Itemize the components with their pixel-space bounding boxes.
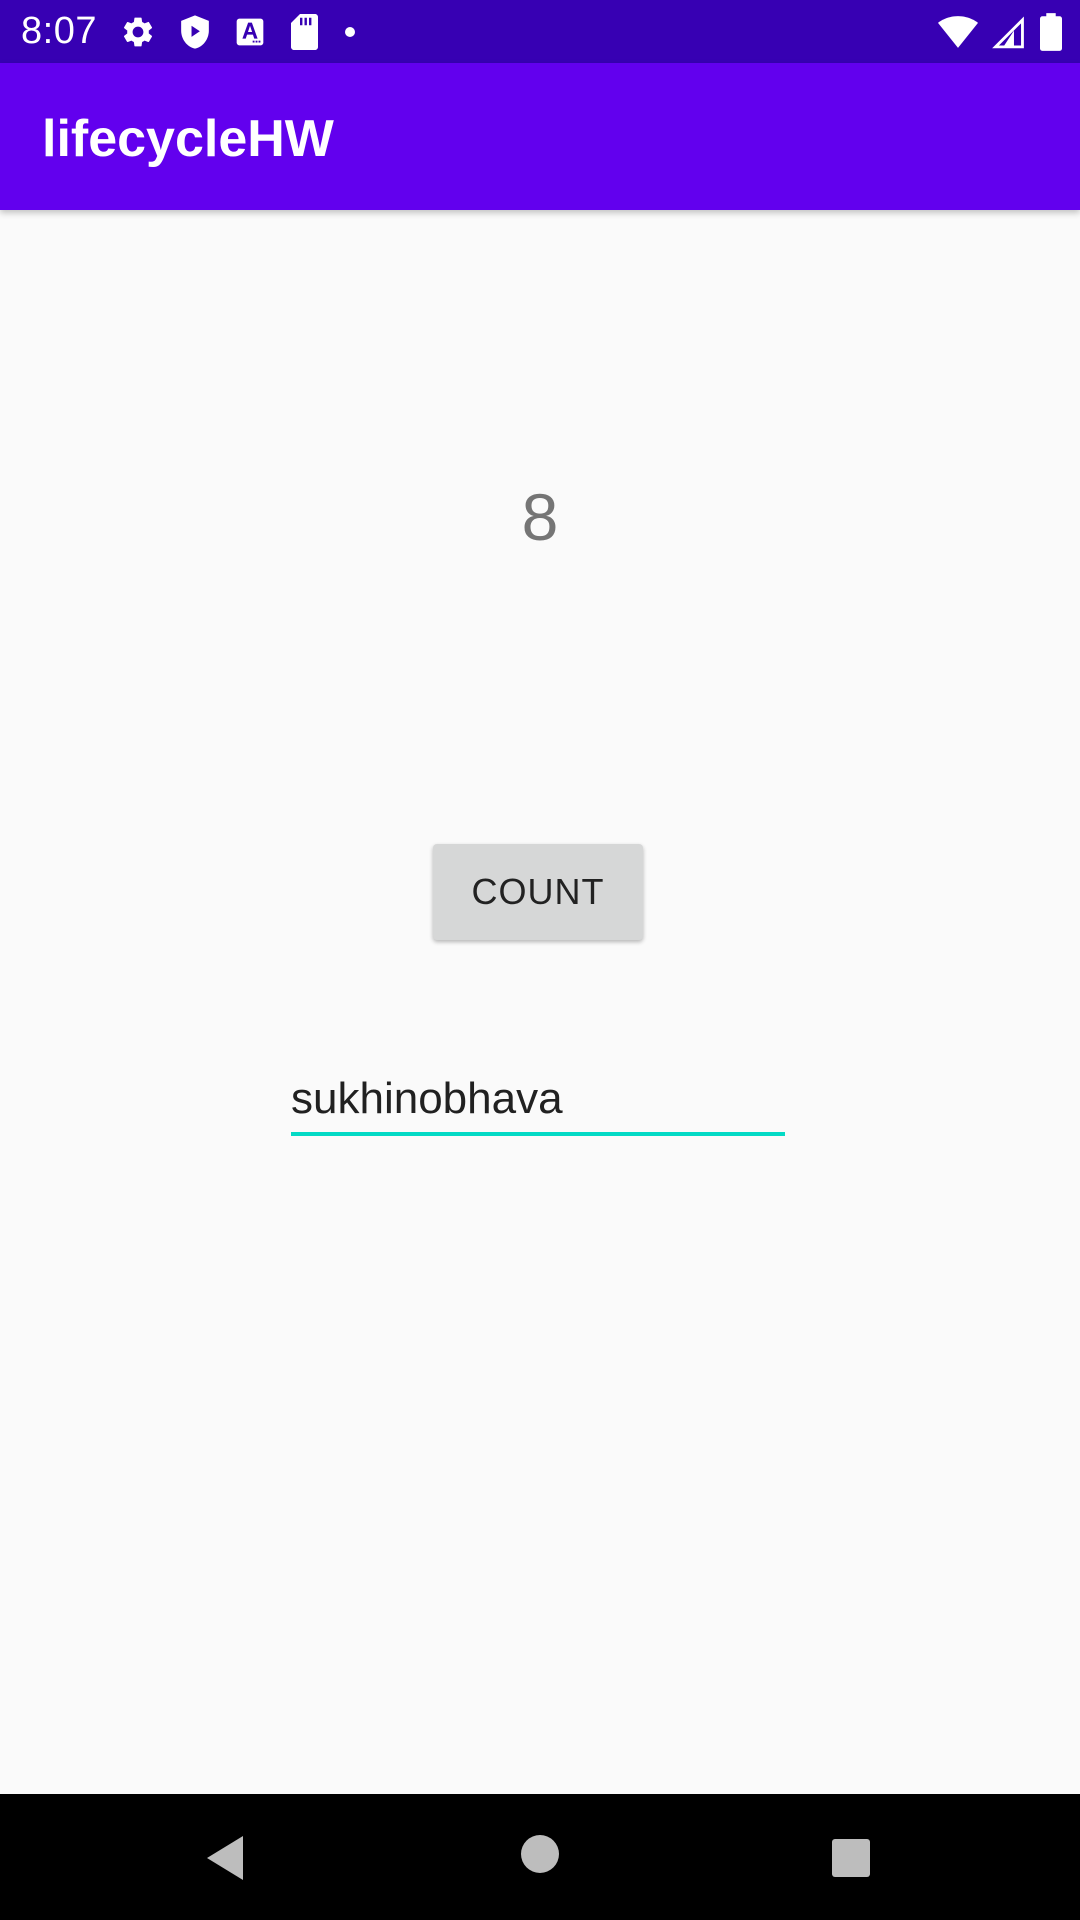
app-bar: lifecycleHW	[0, 63, 1080, 210]
battery-icon	[1040, 13, 1062, 51]
text-input[interactable]	[291, 1066, 785, 1136]
gear-icon	[120, 14, 156, 50]
app-screen: 8:07 lifecycleHW 8 COUNT sukhinobhava	[0, 0, 1080, 1920]
status-system-icons	[938, 12, 1062, 52]
shield-play-icon	[178, 14, 212, 50]
wifi-icon	[938, 15, 978, 49]
dot-icon	[340, 22, 360, 42]
status-bar: 8:07	[0, 0, 1080, 63]
recents-icon[interactable]	[831, 1838, 871, 1878]
cell-signal-icon	[992, 15, 1026, 49]
back-icon[interactable]	[203, 1834, 247, 1882]
app-title: lifecycleHW	[42, 110, 334, 168]
sd-card-icon	[288, 14, 318, 50]
home-icon[interactable]	[520, 1834, 560, 1874]
status-time: 8:07	[21, 10, 97, 52]
counter-value: 8	[521, 480, 559, 554]
status-notification-icons	[120, 12, 360, 52]
text-a-icon	[234, 16, 266, 48]
count-button[interactable]: COUNT	[433, 844, 643, 940]
navigation-bar	[0, 1794, 1080, 1920]
